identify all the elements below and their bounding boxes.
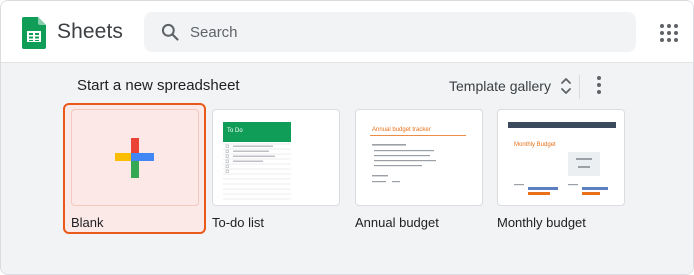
search-bar[interactable]	[144, 12, 636, 52]
more-vert-icon[interactable]	[589, 73, 609, 97]
template-thumbnail[interactable]	[71, 109, 199, 206]
app-header: Sheets	[1, 1, 693, 63]
toolbar-divider	[579, 75, 580, 99]
template-card-annual-budget[interactable]: Annual budget tracker Annual budget	[355, 109, 483, 230]
template-label-monthly-budget: Monthly budget	[497, 215, 586, 230]
monthly-budget-preview: Monthly Budget	[508, 122, 616, 195]
section-heading: Start a new spreadsheet	[77, 77, 240, 94]
template-label-blank: Blank	[71, 215, 104, 230]
template-thumbnail[interactable]: To Do	[212, 109, 340, 206]
monthly-preview-title: Monthly Budget	[514, 142, 556, 148]
todo-preview: To Do	[223, 122, 291, 200]
sheets-logo-icon[interactable]	[22, 17, 46, 49]
plus-icon	[115, 138, 154, 178]
template-thumbnail[interactable]: Monthly Budget	[497, 109, 625, 206]
unfold-more-icon	[561, 78, 571, 94]
template-card-monthly-budget[interactable]: Monthly Budget Monthly budget	[497, 109, 625, 230]
template-label-annual-budget: Annual budget	[355, 215, 439, 230]
todo-preview-title: To Do	[227, 128, 243, 134]
template-label-todo-list: To-do list	[212, 215, 265, 230]
apps-grid-icon[interactable]	[657, 21, 681, 45]
app-title[interactable]: Sheets	[57, 20, 123, 44]
sheets-home-window: Sheets Start a new spreadsheet Template …	[0, 0, 694, 275]
search-icon[interactable]	[160, 22, 180, 42]
template-thumbnail[interactable]: Annual budget tracker	[355, 109, 483, 206]
template-section: Start a new spreadsheet Template gallery	[1, 63, 693, 274]
annual-budget-preview: Annual budget tracker	[370, 127, 466, 183]
template-card-todo-list[interactable]: To Do To-do list	[212, 109, 340, 230]
template-gallery-label: Template gallery	[449, 78, 551, 94]
annual-preview-title: Annual budget tracker	[372, 127, 431, 133]
template-gallery-button[interactable]: Template gallery	[441, 71, 581, 101]
search-input[interactable]	[190, 12, 620, 52]
template-card-blank[interactable]: Blank	[71, 109, 199, 230]
